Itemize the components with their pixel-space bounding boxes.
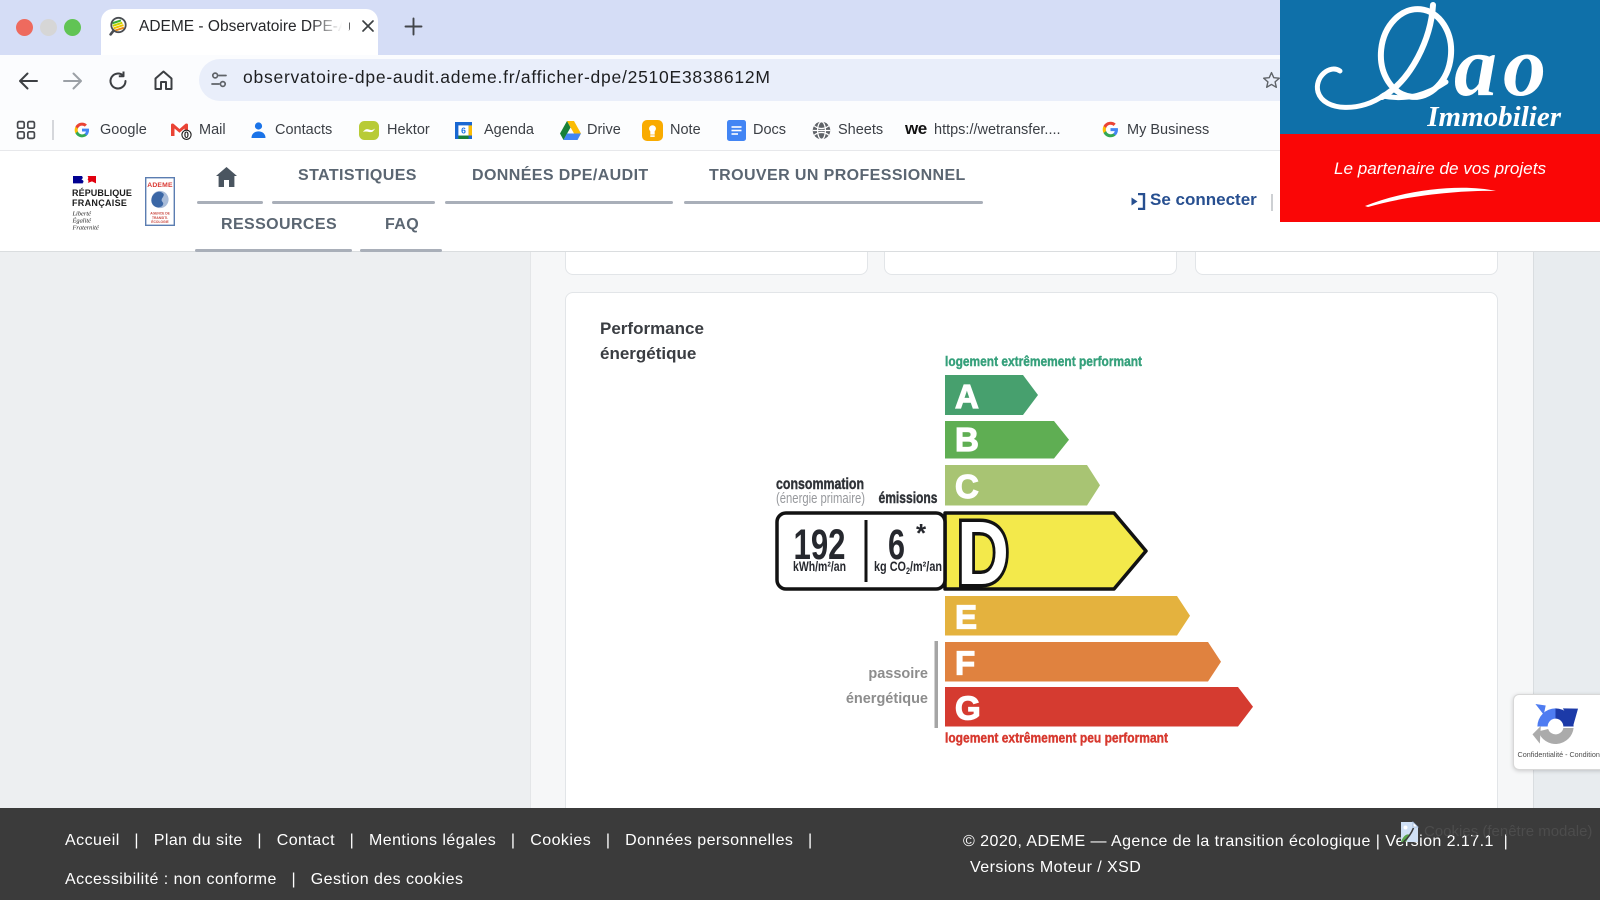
svg-text:logement extrêmement peu perfo: logement extrêmement peu performant	[945, 730, 1168, 746]
svg-text:E: E	[955, 599, 977, 636]
svg-text:énergétique: énergétique	[846, 691, 928, 707]
svg-text:Liberté: Liberté	[72, 211, 93, 218]
svg-text:passoire: passoire	[868, 666, 928, 682]
svg-text:Immobilier: Immobilier	[1426, 101, 1561, 133]
svg-text:A: A	[955, 378, 979, 415]
svg-text:6: 6	[461, 126, 466, 136]
svg-text:émissions: émissions	[879, 490, 938, 507]
svg-text:logement extrêmement performan: logement extrêmement performant	[945, 353, 1142, 369]
svg-text:kWh/m²/an: kWh/m²/an	[793, 559, 846, 574]
svg-text:FRANÇAISE: FRANÇAISE	[72, 198, 127, 208]
svg-text:F: F	[955, 645, 975, 682]
svg-text:B: B	[955, 421, 979, 458]
svg-text:D: D	[957, 504, 1009, 604]
svg-text:Le partenaire de vos projets: Le partenaire de vos projets	[1334, 159, 1546, 178]
svg-text:ÉCOLOGIE: ÉCOLOGIE	[151, 219, 169, 224]
svg-text:0: 0	[184, 130, 189, 140]
svg-text:*: *	[916, 518, 927, 548]
svg-text:RÉPUBLIQUE: RÉPUBLIQUE	[72, 188, 132, 198]
svg-text:Égalité: Égalité	[72, 217, 93, 225]
svg-text:C: C	[955, 468, 979, 505]
svg-text:Fraternité: Fraternité	[72, 225, 100, 232]
svg-text:G: G	[955, 690, 981, 727]
svg-text:ADEME: ADEME	[147, 182, 173, 189]
svg-text:(énergie primaire): (énergie primaire)	[776, 491, 865, 507]
svg-text:ao: ao	[1454, 18, 1552, 114]
